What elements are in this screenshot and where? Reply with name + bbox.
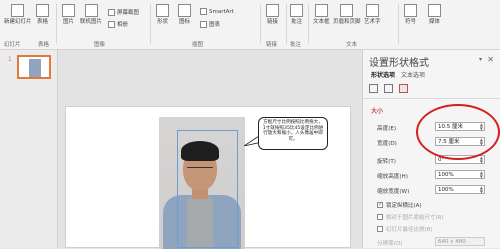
scale-height-spinner[interactable]: ▲ ▼ [480,171,483,179]
group-label-links: 链接 [266,42,278,48]
scale-height-label: 缩放高度(H) [377,174,408,180]
pane-menu-icon[interactable]: ▾ [479,56,482,63]
smartart-button[interactable]: SmartArt [200,8,234,15]
rotation-label: 旋转(T) [377,159,396,165]
resolution-label: 分辨率(O) [377,241,403,247]
pane-title: 设置形状格式 [369,58,429,69]
close-icon[interactable]: ✕ [487,55,494,64]
group-label-illustrations: 插图 [192,42,204,48]
annotation-circle [416,104,500,160]
picture-icon [62,4,75,17]
header-footer-button[interactable]: 页眉和页脚 [333,4,361,25]
textbox-button[interactable]: 文本框 [313,4,330,25]
scale-width-label: 缩放宽度(W) [377,189,410,195]
icons-icon [178,4,191,17]
group-label-comments: 批注 [290,42,302,48]
slide-canvas: 方框尺寸比例按照比例拖大，1寸就按照35比45设定比例进行放大和缩小，人头像居中… [58,50,362,249]
effects-icon[interactable] [384,84,393,93]
size-properties-icon[interactable] [399,84,408,93]
online-picture-icon [84,4,98,17]
table-icon [36,4,49,17]
icons-button[interactable]: 图标 [178,4,191,25]
lock-aspect-checkbox[interactable]: ✓ 锁定纵横比(A) [377,201,422,209]
slide-number: 1 [8,56,12,63]
group-label-images: 图像 [94,42,106,48]
table-button[interactable]: 表格 [36,4,49,25]
width-label: 宽度(D) [377,141,397,147]
scale-width-spinner[interactable]: ▲ ▼ [480,186,483,194]
media-button[interactable]: 媒体 [428,4,441,25]
comment-button[interactable]: 批注 [290,4,303,25]
group-label-tables: 表格 [38,42,50,48]
slide-thumbnails: 1 [0,50,58,248]
album-icon [108,20,115,28]
slide-thumbnail-1[interactable] [17,55,51,79]
scale-height-field[interactable]: 100% ▲ ▼ [435,170,485,179]
symbol-button[interactable]: 符号 [404,4,417,25]
textbox-icon [314,4,328,17]
picture-button[interactable]: 图片 [62,4,75,25]
fill-line-icon[interactable] [369,84,378,93]
header-footer-icon [340,4,354,17]
wordart-icon [365,4,379,17]
pane-icon-row [369,84,408,93]
chart-button[interactable]: 图表 [200,20,220,28]
selection-rectangle[interactable] [177,130,238,248]
rotation-spinner[interactable]: ▲ ▼ [480,156,483,164]
link-button[interactable]: 链接 [266,4,279,25]
new-slide-icon [11,4,25,17]
height-label: 高度(E) [377,126,397,132]
tab-text-options[interactable]: 文本选项 [401,70,425,79]
resolution-field[interactable]: 640 x 480 [435,237,485,246]
screenshot-icon [108,8,115,16]
screenshot-button[interactable]: 屏幕截图 [108,8,139,16]
link-icon [266,4,279,17]
checkbox-box [377,226,383,232]
symbol-icon [404,4,417,17]
callout-note[interactable]: 方框尺寸比例按照比例拖大，1寸就按照35比45设定比例进行放大和缩小，人头像居中… [258,117,328,150]
shapes-icon [156,4,169,17]
ribbon: 新建幻灯片 表格 图片 联机图片 屏幕截图 相册 形状 图标 SmartArt … [0,0,500,50]
relative-size-checkbox[interactable]: 相对于图片原始尺寸(R) [377,213,444,221]
media-icon [428,4,441,17]
section-size[interactable]: 大小 [371,106,383,115]
online-picture-button[interactable]: 联机图片 [80,4,102,25]
comment-icon [290,4,303,17]
smartart-icon [200,8,207,15]
chart-icon [200,20,207,28]
group-label-text: 文本 [346,42,358,48]
thumbnail-photo [29,59,41,77]
tab-shape-options[interactable]: 形状选项 [371,70,395,79]
best-scale-checkbox[interactable]: 幻灯片最佳比例(B) [377,225,433,233]
new-slide-button[interactable]: 新建幻灯片 [4,4,32,25]
shapes-button[interactable]: 形状 [156,4,169,25]
checkbox-box [377,214,383,220]
group-label-slides: 幻灯片 [4,42,21,48]
album-button[interactable]: 相册 [108,20,128,28]
checkmark-icon: ✓ [377,202,383,208]
wordart-button[interactable]: 艺术字 [364,4,381,25]
scale-width-field[interactable]: 100% ▲ ▼ [435,185,485,194]
